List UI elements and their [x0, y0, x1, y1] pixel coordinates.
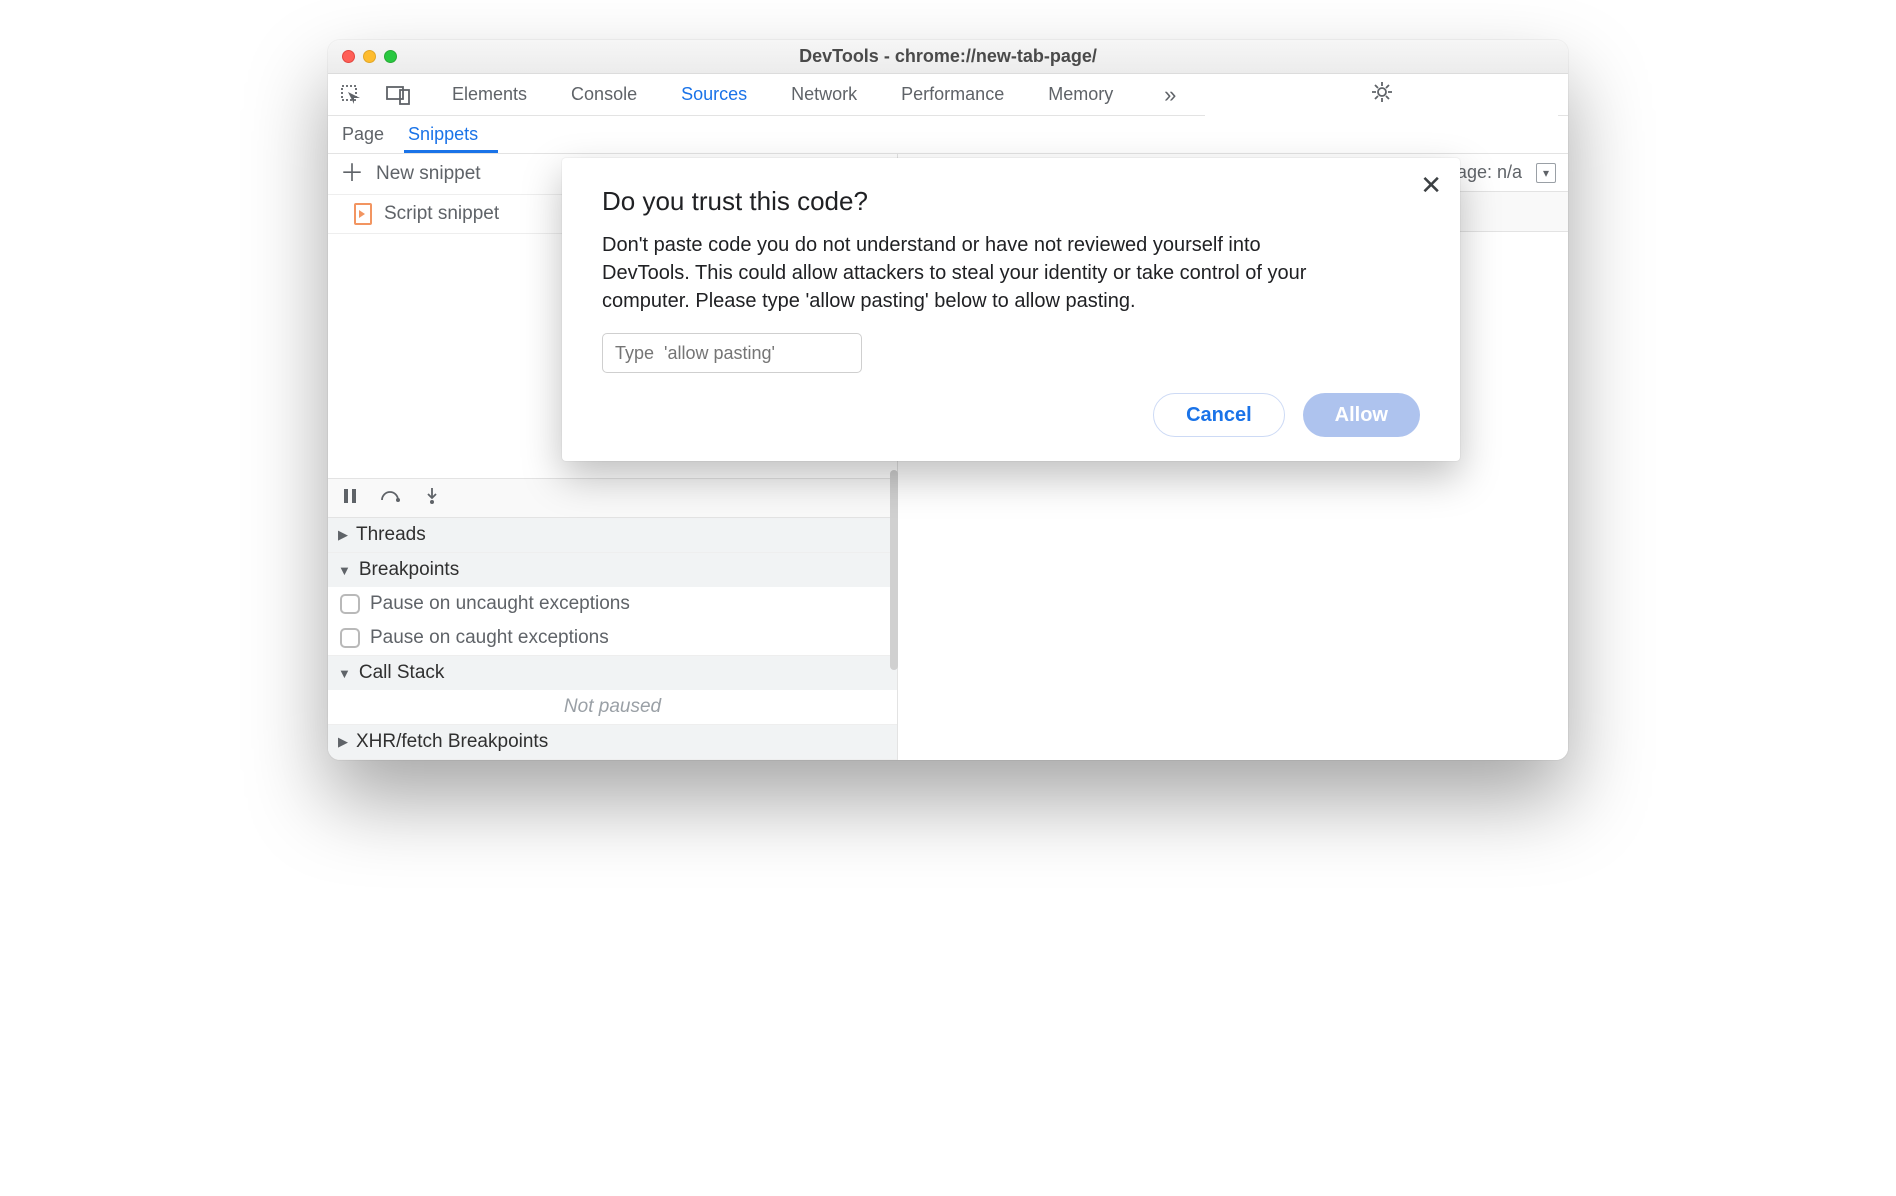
callstack-section[interactable]: ▼ Call Stack [328, 656, 897, 690]
xhr-breakpoints-section[interactable]: ▶ XHR/fetch Breakpoints [328, 725, 897, 759]
threads-section[interactable]: ▶ Threads [328, 518, 897, 552]
plus-icon: ＋ [340, 162, 364, 186]
window-titlebar: DevTools - chrome://new-tab-page/ [328, 40, 1568, 74]
scrollbar-thumb[interactable] [890, 470, 898, 670]
step-over-icon[interactable] [380, 488, 402, 509]
xhr-breakpoints-label: XHR/fetch Breakpoints [356, 731, 548, 753]
device-toggle-icon[interactable] [386, 82, 412, 108]
pause-uncaught-checkbox[interactable]: Pause on uncaught exceptions [328, 587, 897, 621]
tab-elements[interactable]: Elements [452, 84, 527, 105]
inspect-element-icon[interactable] [338, 82, 364, 108]
chevron-down-icon: ▼ [338, 666, 351, 681]
tab-sources[interactable]: Sources [681, 84, 747, 105]
tab-performance[interactable]: Performance [901, 84, 1004, 105]
traffic-close-icon[interactable] [342, 50, 355, 63]
tab-memory[interactable]: Memory [1048, 84, 1113, 105]
debugger-controls [328, 478, 897, 518]
window-title: DevTools - chrome://new-tab-page/ [328, 46, 1568, 67]
chevron-down-icon: ▼ [338, 563, 351, 578]
callstack-label: Call Stack [359, 662, 445, 684]
snippet-file-icon [354, 203, 372, 225]
devtools-toolbar: Elements Console Sources Network Perform… [328, 74, 1568, 116]
cancel-button[interactable]: Cancel [1153, 393, 1285, 437]
more-tabs-icon[interactable]: » [1157, 82, 1183, 108]
traffic-minimize-icon[interactable] [363, 50, 376, 63]
sources-subtoolbar: Page Snippets [328, 116, 1568, 154]
subtab-snippets[interactable]: Snippets [404, 116, 498, 153]
pause-caught-checkbox[interactable]: Pause on caught exceptions [328, 621, 897, 655]
traffic-zoom-icon[interactable] [384, 50, 397, 63]
breakpoints-label: Breakpoints [359, 559, 459, 581]
dialog-title: Do you trust this code? [602, 186, 1420, 217]
step-into-icon[interactable] [424, 487, 440, 510]
checkbox-icon [340, 628, 360, 648]
tab-network[interactable]: Network [791, 84, 857, 105]
breakpoints-section[interactable]: ▼ Breakpoints [328, 553, 897, 587]
coverage-dropdown-icon[interactable]: ▾ [1536, 163, 1556, 183]
checkbox-icon [340, 594, 360, 614]
allow-pasting-input[interactable] [602, 333, 862, 373]
callstack-not-paused: Not paused [328, 690, 897, 724]
pause-icon[interactable] [342, 488, 358, 509]
chevron-right-icon: ▶ [338, 527, 348, 543]
trust-code-dialog: ✕ Do you trust this code? Don't paste co… [562, 158, 1460, 461]
dialog-message: Don't paste code you do not understand o… [602, 231, 1342, 315]
subtab-page[interactable]: Page [338, 116, 404, 153]
pause-uncaught-label: Pause on uncaught exceptions [370, 593, 630, 615]
tab-console[interactable]: Console [571, 84, 637, 105]
pause-caught-label: Pause on caught exceptions [370, 627, 609, 649]
allow-button[interactable]: Allow [1303, 393, 1420, 437]
new-snippet-label: New snippet [376, 163, 481, 185]
threads-label: Threads [356, 524, 426, 546]
gear-icon[interactable] [1369, 79, 1395, 105]
chevron-right-icon: ▶ [338, 734, 348, 750]
snippet-file-label: Script snippet [384, 203, 499, 225]
devtools-window: DevTools - chrome://new-tab-page/ Elemen… [328, 40, 1568, 760]
close-icon[interactable]: ✕ [1420, 170, 1442, 201]
